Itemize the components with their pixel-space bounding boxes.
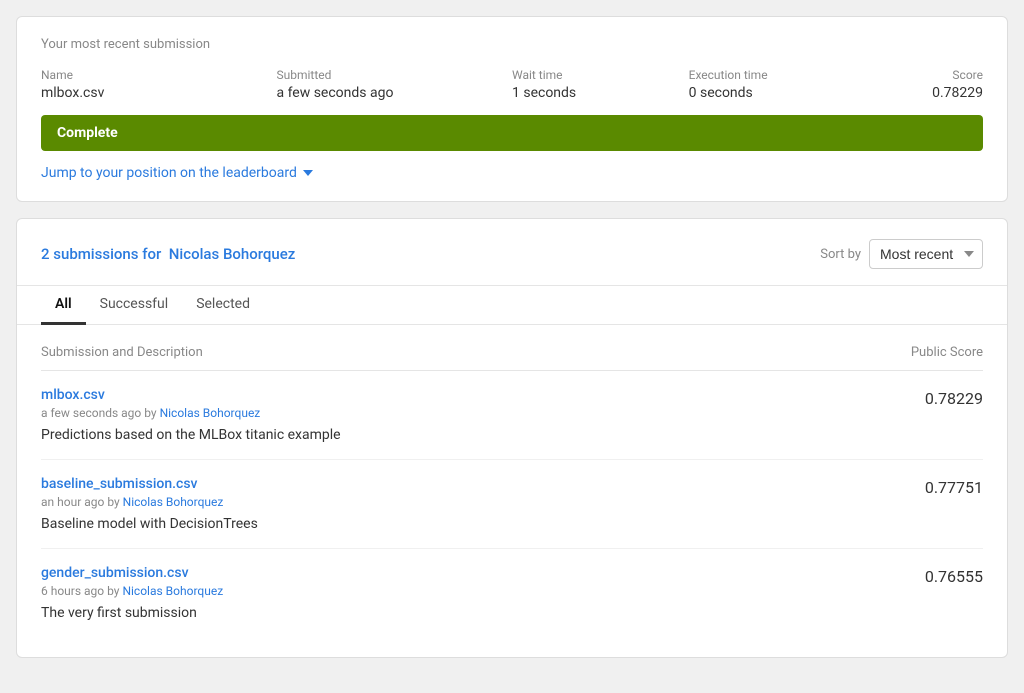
submission-description: The very first submission — [41, 605, 223, 621]
execution-time-value: 0 seconds — [689, 85, 866, 101]
submissions-username: Nicolas Bohorquez — [169, 245, 296, 263]
wait-time-col: Wait time 1 seconds — [512, 68, 689, 101]
table-row: baseline_submission.csv an hour ago by N… — [41, 460, 983, 549]
submission-description: Baseline model with DecisionTrees — [41, 516, 258, 532]
submission-meta-text: 6 hours ago by Nicolas Bohorquez — [41, 584, 223, 598]
submitted-col: Submitted a few seconds ago — [277, 68, 513, 101]
submissions-count: 2 submissions for Nicolas Bohorquez — [41, 245, 295, 263]
submission-meta-text: a few seconds ago by Nicolas Bohorquez — [41, 406, 341, 420]
submission-score: 0.76555 — [925, 565, 983, 586]
wait-time-label: Wait time — [512, 68, 689, 82]
table-header: Submission and Description Public Score — [41, 345, 983, 371]
submission-score: 0.77751 — [925, 476, 983, 497]
score-col: Score 0.78229 — [865, 68, 983, 101]
submission-description: Predictions based on the MLBox titanic e… — [41, 427, 341, 443]
submission-info: mlbox.csv a few seconds ago by Nicolas B… — [41, 387, 341, 443]
submission-meta: Name mlbox.csv Submitted a few seconds a… — [41, 68, 983, 101]
chevron-down-icon — [303, 170, 313, 176]
tabs-bar: All Successful Selected — [17, 285, 1007, 325]
sort-select[interactable]: Most recent Best score — [869, 239, 983, 269]
name-col: Name mlbox.csv — [41, 68, 277, 101]
status-bar: Complete — [41, 115, 983, 151]
submission-score: 0.78229 — [925, 387, 983, 408]
submission-info: gender_submission.csv 6 hours ago by Nic… — [41, 565, 223, 621]
score-label: Score — [952, 68, 983, 82]
leaderboard-link-text: Jump to your position on the leaderboard — [41, 165, 297, 181]
sort-controls: Sort by Most recent Best score — [820, 239, 983, 269]
wait-time-value: 1 seconds — [512, 85, 689, 101]
name-value: mlbox.csv — [41, 85, 277, 101]
submission-filename-link[interactable]: mlbox.csv — [41, 387, 341, 403]
submission-meta-text: an hour ago by Nicolas Bohorquez — [41, 495, 258, 509]
score-value: 0.78229 — [932, 85, 983, 101]
submissions-list-card: 2 submissions for Nicolas Bohorquez Sort… — [16, 218, 1008, 658]
submissions-header: 2 submissions for Nicolas Bohorquez Sort… — [41, 239, 983, 285]
submission-author-link: Nicolas Bohorquez — [160, 406, 261, 420]
card-title: Your most recent submission — [41, 37, 983, 52]
tab-all[interactable]: All — [41, 286, 86, 325]
submissions-count-text: 2 submissions for — [41, 245, 161, 263]
submitted-label: Submitted — [277, 68, 513, 82]
leaderboard-link[interactable]: Jump to your position on the leaderboard — [41, 165, 313, 181]
sort-label: Sort by — [820, 247, 861, 262]
col-header-description: Submission and Description — [41, 345, 203, 360]
submission-filename-link[interactable]: gender_submission.csv — [41, 565, 223, 581]
tab-successful[interactable]: Successful — [86, 286, 183, 325]
execution-time-label: Execution time — [689, 68, 866, 82]
submission-filename-link[interactable]: baseline_submission.csv — [41, 476, 258, 492]
table-row: gender_submission.csv 6 hours ago by Nic… — [41, 549, 983, 637]
tab-selected[interactable]: Selected — [182, 286, 264, 325]
name-label: Name — [41, 68, 277, 82]
recent-submission-card: Your most recent submission Name mlbox.c… — [16, 16, 1008, 202]
execution-time-col: Execution time 0 seconds — [689, 68, 866, 101]
submission-info: baseline_submission.csv an hour ago by N… — [41, 476, 258, 532]
submitted-value: a few seconds ago — [277, 85, 513, 101]
submissions-table: Submission and Description Public Score … — [41, 345, 983, 637]
col-header-score: Public Score — [911, 345, 983, 360]
submission-author-link: Nicolas Bohorquez — [123, 495, 224, 509]
table-row: mlbox.csv a few seconds ago by Nicolas B… — [41, 371, 983, 460]
submission-author-link: Nicolas Bohorquez — [122, 584, 223, 598]
